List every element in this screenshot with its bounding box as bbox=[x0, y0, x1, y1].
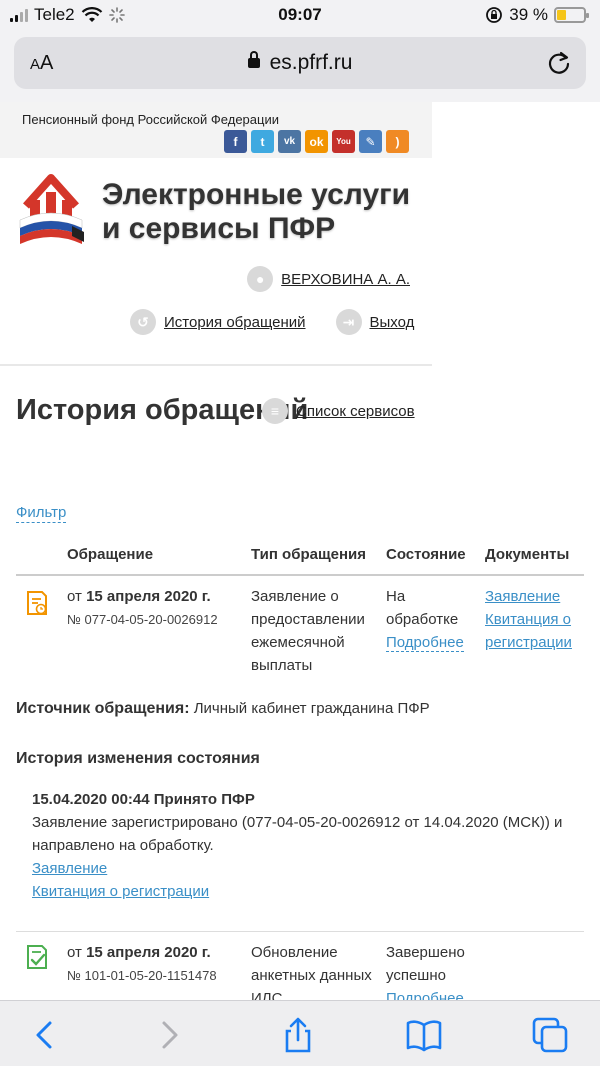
header-divider bbox=[0, 364, 432, 366]
site-title: Электронные услуги и сервисы ПФР bbox=[102, 178, 411, 245]
details-link[interactable]: Подробнее bbox=[386, 634, 464, 652]
column-header-request: Обращение bbox=[67, 546, 154, 563]
battery-icon bbox=[554, 7, 589, 23]
request-number: № 101-01-05-20-1151478 bbox=[67, 968, 217, 983]
youtube-icon[interactable]: You bbox=[332, 130, 355, 153]
column-header-status: Состояние bbox=[386, 546, 466, 563]
logout-link[interactable]: Выход bbox=[370, 314, 415, 331]
back-icon[interactable] bbox=[24, 1015, 64, 1055]
social-links: f t vk ok You ✎ ) bbox=[224, 130, 409, 153]
status-bar: Tele2 09:07 39 % bbox=[0, 0, 600, 32]
orientation-lock-icon bbox=[486, 7, 503, 23]
history-link-application[interactable]: Заявление bbox=[32, 860, 107, 877]
request-type: Заявление о предоставлении ежемесячной в… bbox=[251, 588, 365, 674]
request-status: На обработке Подробнее bbox=[386, 588, 464, 652]
history-headline: 15.04.2020 00:44 Принято ПФР bbox=[32, 791, 255, 808]
services-link-group[interactable]: ≡ Список сервисов bbox=[262, 398, 415, 424]
tabs-icon[interactable] bbox=[530, 1015, 570, 1055]
completed-document-icon bbox=[27, 945, 47, 969]
request-cell: от 15 апреля 2020 г. № 101-01-05-20-1151… bbox=[67, 941, 247, 987]
column-header-type: Тип обращения bbox=[251, 546, 367, 563]
forward-icon[interactable] bbox=[150, 1015, 190, 1055]
request-source: Источник обращения: Личный кабинет гражд… bbox=[16, 700, 430, 717]
vk-icon[interactable]: vk bbox=[278, 130, 301, 153]
browser-toolbar bbox=[0, 1000, 600, 1066]
document-link-receipt[interactable]: Квитанция о регистрации bbox=[485, 611, 572, 651]
history-entry: 15.04.2020 00:44 Принято ПФР Заявление з… bbox=[32, 788, 588, 903]
document-link-application[interactable]: Заявление bbox=[485, 588, 560, 605]
user-icon: ● bbox=[247, 266, 274, 292]
rss-icon[interactable]: ) bbox=[386, 130, 409, 153]
user-name-link[interactable]: ВЕРХОВИНА А. А. bbox=[281, 271, 410, 288]
row-divider bbox=[16, 931, 584, 932]
bookmarks-icon[interactable] bbox=[404, 1015, 444, 1055]
pending-document-icon bbox=[27, 591, 47, 615]
logout-icon: ⇥ bbox=[335, 309, 362, 335]
services-list-link[interactable]: Список сервисов bbox=[296, 403, 415, 420]
history-title: История изменения состояния bbox=[16, 750, 260, 767]
url-text: es.pfrf.ru bbox=[269, 51, 353, 74]
battery-percent: 39 % bbox=[509, 5, 548, 24]
twitter-icon[interactable]: t bbox=[251, 130, 274, 153]
browser-address-area: AA es.pfrf.ru bbox=[0, 32, 600, 102]
share-icon[interactable] bbox=[278, 1015, 318, 1055]
nav-history-link[interactable]: История обращений bbox=[164, 314, 306, 331]
request-date: 15 апреля 2020 г. bbox=[86, 588, 211, 605]
request-number: № 077-04-05-20-0026912 bbox=[67, 612, 218, 627]
history-link-receipt[interactable]: Квитанция о регистрации bbox=[32, 883, 209, 900]
column-header-documents: Документы bbox=[485, 546, 570, 563]
request-date: 15 апреля 2020 г. bbox=[86, 944, 211, 961]
address-bar[interactable]: AA es.pfrf.ru bbox=[14, 37, 586, 89]
request-cell: от 15 апреля 2020 г. № 077-04-05-20-0026… bbox=[67, 585, 247, 631]
history-text: Заявление зарегистрировано (077-04-05-20… bbox=[32, 814, 563, 854]
user-menu[interactable]: ● ВЕРХОВИНА А. А. bbox=[247, 266, 410, 292]
header-nav: ↺ История обращений ⇥ Выход bbox=[130, 309, 414, 335]
reload-icon[interactable] bbox=[546, 49, 572, 75]
odnoklassniki-icon[interactable]: ok bbox=[305, 130, 328, 153]
table-header-divider bbox=[16, 574, 584, 576]
org-bar: Пенсионный фонд Российской Федерации f t… bbox=[0, 102, 432, 158]
pfr-logo[interactable] bbox=[16, 170, 86, 246]
history-icon: ↺ bbox=[130, 309, 156, 335]
facebook-icon[interactable]: f bbox=[224, 130, 247, 153]
documents-cell: Заявление Квитанция о регистрации bbox=[485, 585, 585, 654]
lock-icon bbox=[247, 51, 260, 68]
filter-toggle[interactable]: Фильтр bbox=[16, 504, 67, 523]
livejournal-icon[interactable]: ✎ bbox=[359, 130, 382, 153]
org-name: Пенсионный фонд Российской Федерации bbox=[22, 112, 279, 127]
list-icon: ≡ bbox=[262, 398, 288, 424]
